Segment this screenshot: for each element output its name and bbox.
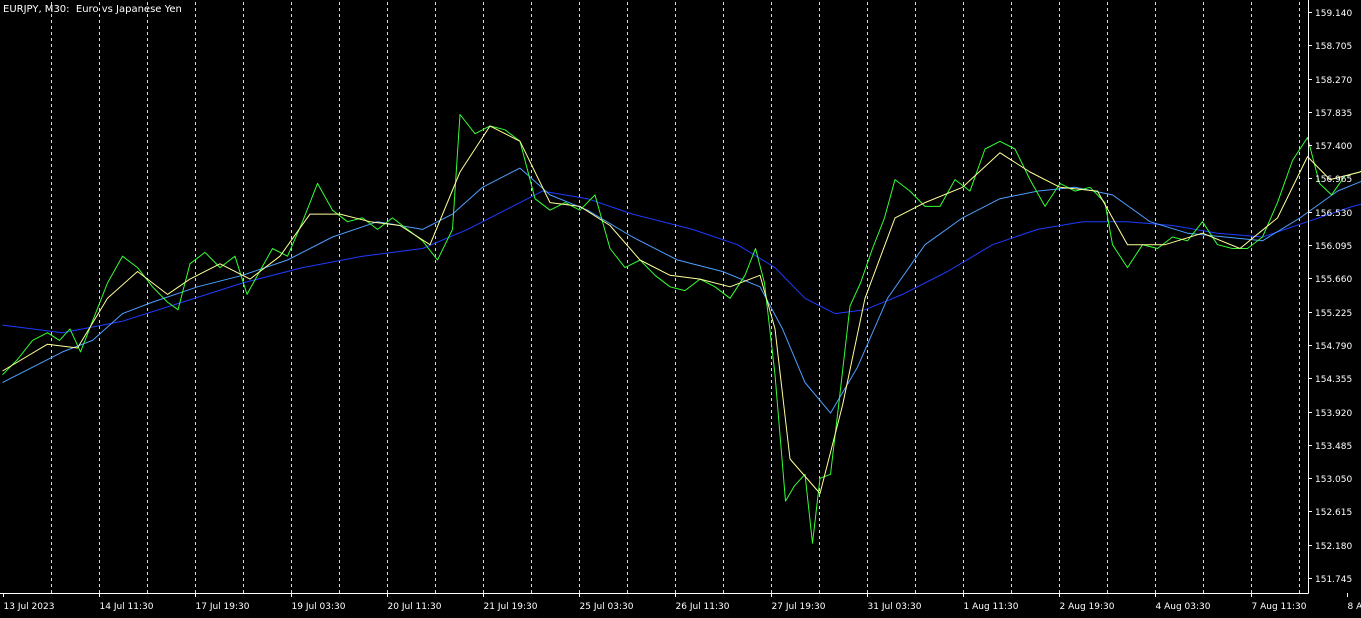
time-tick-label: 14 Jul 11:30 bbox=[100, 602, 154, 612]
price-tick-label: 158.705 bbox=[1315, 42, 1352, 52]
price-tick-label: 155.660 bbox=[1315, 275, 1352, 285]
price-tick-label: 153.485 bbox=[1315, 442, 1352, 452]
time-tick-label: 7 Aug 11:30 bbox=[1252, 602, 1307, 612]
price-tick-label: 152.615 bbox=[1315, 508, 1352, 518]
price-tick-label: 154.790 bbox=[1315, 342, 1352, 352]
symbol-title: EURJPY, M30: Euro vs Japanese Yen bbox=[3, 4, 182, 15]
price-tick-label: 157.835 bbox=[1315, 109, 1352, 119]
price-tick-label: 151.745 bbox=[1315, 575, 1352, 585]
price-tick-label: 159.140 bbox=[1315, 9, 1352, 19]
time-tick-label: 4 Aug 03:30 bbox=[1156, 602, 1211, 612]
price-tick-label: 154.355 bbox=[1315, 375, 1352, 385]
time-tick-label: 13 Jul 2023 bbox=[4, 602, 55, 612]
time-tick-label: 19 Jul 03:30 bbox=[292, 602, 346, 612]
time-tick-label: 27 Jul 19:30 bbox=[772, 602, 826, 612]
time-tick-label: 31 Jul 03:30 bbox=[868, 602, 922, 612]
time-tick-label: 1 Aug 11:30 bbox=[964, 602, 1019, 612]
time-tick-label: 8 Aug 19:30 bbox=[1348, 602, 1361, 612]
chart-root: 159.140 158.705 158.270 157.835 157.400 156.9… bbox=[0, 0, 1361, 618]
price-tick-label: 156.095 bbox=[1315, 242, 1352, 252]
time-tick-label: 17 Jul 19:30 bbox=[196, 602, 250, 612]
price-tick-label: 156.530 bbox=[1315, 209, 1352, 219]
time-tick-label: 21 Jul 19:30 bbox=[484, 602, 538, 612]
moving-average-slow bbox=[2, 190, 1361, 334]
price-tick-label: 157.400 bbox=[1315, 142, 1352, 152]
price-line bbox=[2, 114, 1361, 544]
price-tick-label: 153.920 bbox=[1315, 409, 1352, 419]
time-tick-label: 20 Jul 11:30 bbox=[388, 602, 442, 612]
price-tick-label: 153.050 bbox=[1315, 475, 1352, 485]
time-tick-label: 26 Jul 11:30 bbox=[676, 602, 730, 612]
moving-average-medium bbox=[2, 167, 1361, 414]
price-tick-label: 156.965 bbox=[1315, 175, 1352, 185]
moving-average-fast bbox=[2, 125, 1361, 494]
price-tick-label: 152.180 bbox=[1315, 542, 1352, 552]
price-chart[interactable]: 159.140 158.705 158.270 157.835 157.400 156.9… bbox=[0, 0, 1361, 618]
time-tick-label: 25 Jul 03:30 bbox=[580, 602, 634, 612]
price-tick-label: 158.270 bbox=[1315, 76, 1352, 86]
price-tick-label: 155.225 bbox=[1315, 309, 1352, 319]
time-tick-label: 2 Aug 19:30 bbox=[1060, 602, 1115, 612]
